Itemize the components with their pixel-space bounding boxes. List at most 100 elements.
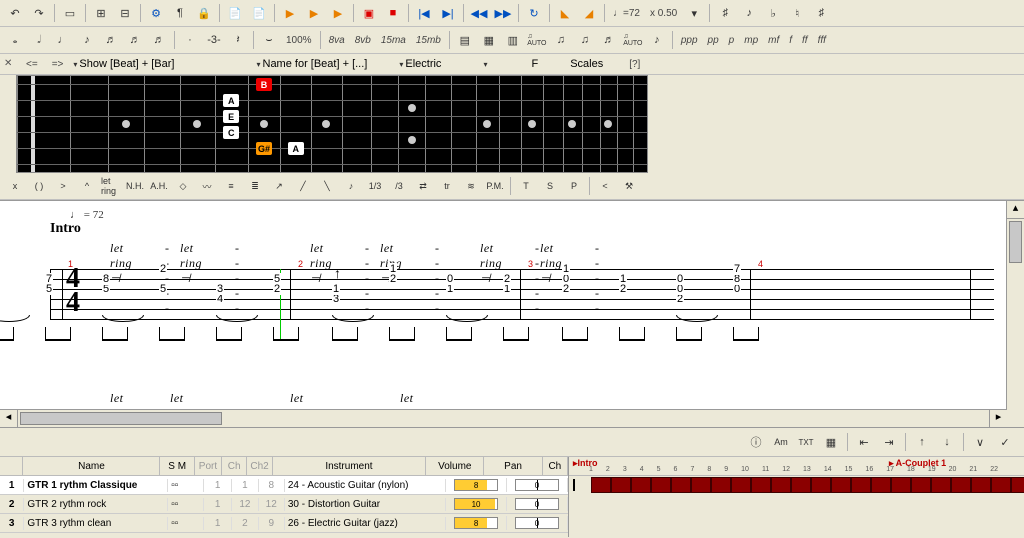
half-note-icon[interactable]: 𝅗𝅥 [28,29,50,51]
NH-icon[interactable]: N.H. [124,175,146,197]
timeline-cell[interactable] [791,477,811,493]
dyn-mf[interactable]: mf [764,35,783,46]
marker-next-icon[interactable]: ▶ [327,2,349,24]
timeline-cell[interactable] [831,477,851,493]
text-icon[interactable]: TXT [795,431,817,453]
doc1-icon[interactable]: 📄 [224,2,246,24]
timeline-cell[interactable] [611,477,631,493]
timeline-cell[interactable] [871,477,891,493]
timeline[interactable]: ▸Intro▸ A-Couplet 1123456789101112131415… [569,457,1024,537]
show-combo[interactable]: ▾Show [Beat] + [Bar] [73,58,174,70]
chord-grid-icon[interactable]: Am [770,431,792,453]
marker-icon[interactable]: ▶ [303,2,325,24]
whole-note-icon[interactable]: 𝅝 [4,29,26,51]
shift-out-icon[interactable]: ⇥ [878,431,900,453]
beam2-icon[interactable]: ♫ [574,29,596,51]
redo-icon[interactable]: ↷ [28,2,50,24]
v-icon[interactable]: ∨ [969,431,991,453]
tab-number[interactable]: 3 [216,283,224,295]
vib-icon[interactable]: ≋ [460,175,482,197]
timeline-cell[interactable] [651,477,671,493]
move-up-icon[interactable]: ↑ [911,431,933,453]
natural-icon[interactable]: ♮ [786,2,808,24]
close-fretboard-icon[interactable]: ✕ [4,58,16,70]
timeline-cell[interactable] [931,477,951,493]
col-ch2[interactable]: Ch2 [247,457,272,475]
trill-icon[interactable]: 〰 [196,175,218,197]
col-cx[interactable]: Ch [543,457,568,475]
swap-icon[interactable]: ⇄ [412,175,434,197]
key-combo[interactable]: F [531,58,538,70]
page-icon[interactable]: ▭ [59,2,81,24]
stem-icon[interactable]: ♪ [646,29,668,51]
track-row[interactable]: 2GTR 2 rythm rock▫▫1121230 - Distortion … [0,495,568,514]
voice2-icon[interactable]: ◢ [578,2,600,24]
zoom-display[interactable]: x 0.50 [646,8,681,19]
tempo-display[interactable]: ♩=72 [609,8,644,19]
tab-number[interactable]: 0 [446,273,454,285]
slide2-icon[interactable]: ╱ [292,175,314,197]
timeline-cell[interactable] [1011,477,1024,493]
lock-icon[interactable]: 🔒 [193,2,215,24]
thirtysecond-note-icon[interactable]: ♬ [124,29,146,51]
timeline-cell[interactable] [951,477,971,493]
harm-icon[interactable]: ◇ [172,175,194,197]
timeline-cell[interactable] [731,477,751,493]
fret-note[interactable]: C [223,126,239,139]
move-down-icon[interactable]: ↓ [936,431,958,453]
track-row[interactable]: 1GTR 1 rythm Classique▫▫11824 - Acoustic… [0,476,568,495]
tab-number[interactable]: 2 [159,263,167,275]
col-vol[interactable]: Volume [426,457,484,475]
tab-number[interactable]: 2 [503,273,511,285]
timeline-cell[interactable] [691,477,711,493]
doublesharp-icon[interactable]: ♯ [810,2,832,24]
col-ch[interactable]: Ch [222,457,247,475]
eighth-note-icon[interactable]: ♪ [76,29,98,51]
tie-icon[interactable]: ⌣ [258,29,280,51]
undo-icon[interactable]: ↶ [4,2,26,24]
fret-note[interactable]: A [223,94,239,107]
letring-icon[interactable]: let ring [100,175,122,197]
timeline-cell[interactable] [671,477,691,493]
shift-in-icon[interactable]: ⇤ [853,431,875,453]
blank-combo[interactable]: ▾ [483,60,489,69]
auto-icon[interactable]: ♫AUTO [526,29,548,51]
dead-icon[interactable]: x [4,175,26,197]
tab-number[interactable]: 8 [102,273,110,285]
keysig-icon[interactable]: ♪ [738,2,760,24]
beam1-icon[interactable]: ♫ [550,29,572,51]
sound-combo[interactable]: ▾Electric [399,58,441,70]
view2-icon[interactable]: ▦ [478,29,500,51]
timeline-cell[interactable] [811,477,831,493]
timeline-cell[interactable] [891,477,911,493]
dyn-pp[interactable]: pp [704,35,723,46]
15ma-icon[interactable]: 15ma [377,35,410,46]
view1-icon[interactable]: ▤ [454,29,476,51]
rest-icon[interactable]: 𝄽 [227,29,249,51]
trem3-icon[interactable]: ≣ [244,175,266,197]
slide3-icon[interactable]: ╲ [316,175,338,197]
timeline-cell[interactable] [591,477,611,493]
triplet-icon[interactable]: 1/3 [364,175,386,197]
tab-number[interactable]: 2 [562,283,570,295]
acc-icon[interactable]: > [52,175,74,197]
sixtyfourth-note-icon[interactable]: ♬ [148,29,170,51]
timeline-cell[interactable] [711,477,731,493]
nav-prev[interactable]: <= [22,59,42,70]
last-icon[interactable]: ▶| [437,2,459,24]
tab-number[interactable]: 5 [45,283,53,295]
8va-icon[interactable]: 8va [325,35,349,46]
tab-number[interactable]: 5 [159,283,167,295]
dyn-fff[interactable]: fff [814,35,830,46]
slide1-icon[interactable]: ↗ [268,175,290,197]
quarter-note-icon[interactable]: ♩ [52,29,74,51]
first-icon[interactable]: |◀ [413,2,435,24]
marker-prev-icon[interactable]: ▶ [279,2,301,24]
timeline-cell[interactable] [851,477,871,493]
dyn-p[interactable]: p [725,35,739,46]
col-inst[interactable]: Instrument [273,457,426,475]
S-icon[interactable]: S [539,175,561,197]
fretboard[interactable]: BAECG#A [16,75,648,173]
check-icon[interactable]: ✓ [994,431,1016,453]
col-num[interactable] [0,457,23,475]
